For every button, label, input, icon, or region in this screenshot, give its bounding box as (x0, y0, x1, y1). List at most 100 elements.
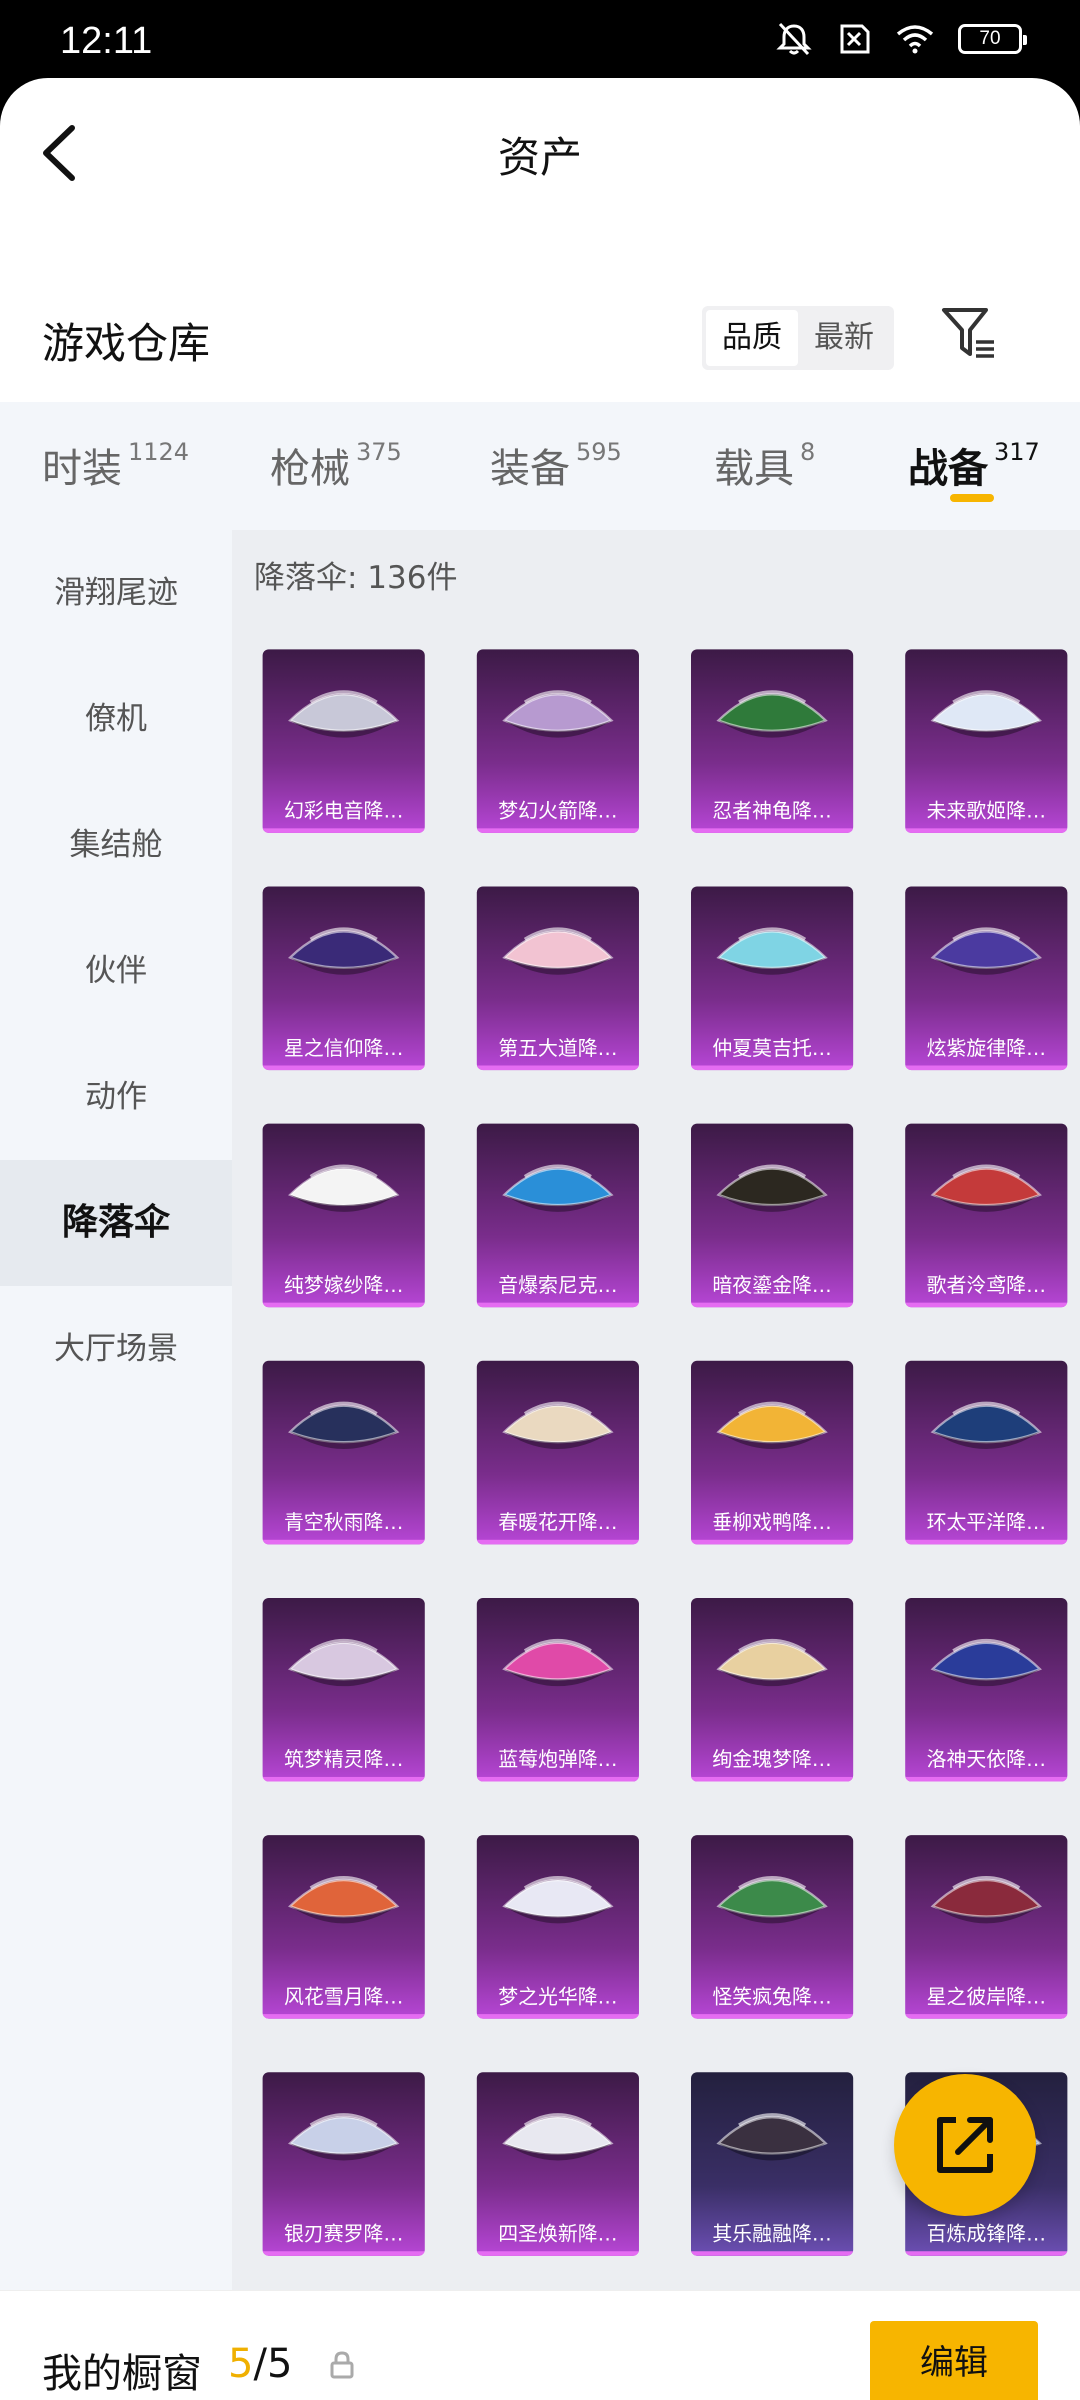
parachute-item-name: 仲夏莫吉托 (691, 1032, 853, 1061)
parachute-item-card[interactable]: 青空秋雨降 (262, 1360, 425, 1545)
parachute-item-card[interactable]: 怪笑疯兔降 (691, 1835, 854, 2019)
parachute-item-card[interactable]: 蓝莓炮弹降 (476, 1597, 639, 1782)
card-rarity-bar (691, 2251, 854, 2256)
tab-equipment[interactable]: 装备 595 (490, 436, 622, 494)
parachute-item-card[interactable]: 洛神天依降 (905, 1597, 1068, 1782)
parachute-item-card[interactable]: 筑梦精灵降 (262, 1597, 425, 1782)
parachute-item-name: 银刃赛罗降 (263, 2218, 425, 2247)
tab-combat-gear[interactable]: 战备 317 (908, 436, 1040, 494)
parachute-item-card[interactable]: 星之信仰降 (262, 886, 425, 1071)
tab-vehicles[interactable]: 载具 8 (714, 436, 815, 494)
sort-newest-button[interactable]: 最新 (798, 310, 890, 366)
parachute-item-card[interactable]: 春暖花开降 (476, 1360, 639, 1545)
parachute-thumbnail-icon (716, 1876, 828, 1924)
sidebar-item-emote[interactable]: 动作 (0, 1034, 232, 1160)
parachute-item-name: 忍者神龟降 (691, 795, 853, 824)
parachute-item-card[interactable]: 梦幻火箭降 (476, 649, 639, 833)
card-rarity-bar (691, 1539, 854, 1545)
sidebar-item-lobby-scene[interactable]: 大厅场景 (0, 1286, 232, 1412)
parachute-thumbnail-icon (288, 1876, 400, 1924)
parachute-item-name: 梦之光华降 (477, 1980, 639, 2010)
parachute-item-card[interactable]: 其乐融融降 (691, 2072, 854, 2256)
showcase-bar: 我的橱窗 5/5 编辑 (0, 2290, 1080, 2400)
parachute-item-name: 怪笑疯兔降 (691, 1980, 853, 2010)
card-rarity-bar (262, 828, 425, 833)
parachute-item-card[interactable]: 炫紫旋律降 (905, 886, 1068, 1071)
card-rarity-bar (905, 828, 1068, 833)
parachute-item-card[interactable]: 忍者神龟降 (691, 649, 854, 833)
card-rarity-bar (691, 828, 854, 833)
parachute-item-card[interactable]: 环太平洋降 (905, 1360, 1068, 1545)
parachute-item-card[interactable]: 梦之光华降 (476, 1835, 639, 2019)
parachute-item-name: 四圣焕新降 (477, 2218, 639, 2247)
parachute-item-card[interactable]: 四圣焕新降 (476, 2072, 639, 2256)
share-button[interactable] (894, 2074, 1036, 2216)
tab-count: 317 (994, 438, 1040, 466)
category-tabs: 时装 1124 枪械 375 装备 595 载具 8 战备 317 (0, 402, 1080, 530)
parachute-item-name: 春暖花开降 (477, 1506, 639, 1535)
card-rarity-bar (476, 2251, 639, 2256)
parachute-item-card[interactable]: 银刃赛罗降 (262, 2072, 425, 2256)
edit-button[interactable]: 编辑 (870, 2321, 1038, 2400)
parachute-item-name: 青空秋雨降 (263, 1506, 425, 1535)
parachute-item-name: 其乐融融降 (691, 2218, 853, 2247)
parachute-thumbnail-icon (502, 2113, 614, 2161)
parachute-item-name: 筑梦精灵降 (263, 1743, 425, 1772)
tab-label: 载具 (714, 446, 794, 492)
card-rarity-bar (476, 1302, 639, 1308)
lock-icon (330, 2351, 354, 2379)
parachute-item-card[interactable]: 幻彩电音降 (262, 649, 425, 833)
battery-icon: 70 (958, 24, 1027, 54)
card-rarity-bar (476, 2014, 639, 2019)
filter-icon[interactable] (940, 304, 998, 364)
card-rarity-bar (262, 2251, 425, 2256)
share-external-icon (937, 2117, 993, 2173)
parachute-thumbnail-icon (288, 2113, 400, 2161)
tab-label: 时装 (42, 446, 122, 492)
parachute-item-card[interactable]: 第五大道降 (476, 886, 639, 1071)
parachute-thumbnail-icon (930, 1638, 1042, 1687)
sidebar: 滑翔尾迹 僚机 集结舱 伙伴 动作 降落伞 大厅场景 (0, 530, 232, 2290)
parachute-thumbnail-icon (288, 1401, 400, 1450)
parachute-item-card[interactable]: 纯梦嫁纱降 (262, 1123, 425, 1308)
showcase-count: 5/5 (228, 2341, 292, 2387)
sidebar-item-glide-trail[interactable]: 滑翔尾迹 (0, 530, 232, 656)
parachute-item-card[interactable]: 风花雪月降 (262, 1835, 425, 2019)
tab-count: 595 (576, 438, 622, 466)
parachute-item-card[interactable]: 歌者泠鸢降 (905, 1123, 1068, 1308)
parachute-item-card[interactable]: 绚金瑰梦降 (691, 1597, 854, 1782)
card-rarity-bar (905, 2251, 1068, 2256)
parachute-item-name: 蓝莓炮弹降 (477, 1743, 639, 1772)
parachute-thumbnail-icon (502, 1876, 614, 1924)
sidebar-item-wingman[interactable]: 僚机 (0, 656, 232, 782)
parachute-item-card[interactable]: 星之彼岸降 (905, 1835, 1068, 2019)
card-rarity-bar (262, 1539, 425, 1545)
parachute-item-name: 星之信仰降 (263, 1032, 425, 1061)
sidebar-item-parachute[interactable]: 降落伞 (0, 1160, 232, 1286)
card-rarity-bar (262, 2014, 425, 2019)
parachute-item-card[interactable]: 垂柳戏鸭降 (691, 1360, 854, 1545)
parachute-item-name: 音爆索尼克 (477, 1269, 639, 1298)
sidebar-item-companion[interactable]: 伙伴 (0, 908, 232, 1034)
sidebar-item-assembly-pod[interactable]: 集结舱 (0, 782, 232, 908)
parachute-item-card[interactable]: 仲夏莫吉托 (691, 886, 854, 1071)
parachute-thumbnail-icon (502, 1401, 614, 1450)
parachute-item-name: 歌者泠鸢降 (905, 1269, 1067, 1298)
parachute-item-card[interactable]: 未来歌姬降 (905, 649, 1068, 833)
tab-weapons[interactable]: 枪械 375 (270, 436, 402, 494)
card-rarity-bar (691, 2014, 854, 2019)
tab-fashion[interactable]: 时装 1124 (42, 436, 189, 494)
mute-icon (776, 22, 812, 56)
parachute-thumbnail-icon (502, 1638, 614, 1687)
parachute-thumbnail-icon (288, 1164, 400, 1212)
parachute-thumbnail-icon (930, 1401, 1042, 1450)
card-rarity-bar (905, 1065, 1068, 1071)
wifi-icon (896, 25, 934, 54)
parachute-item-card[interactable]: 音爆索尼克 (476, 1123, 639, 1308)
card-rarity-bar (691, 1776, 854, 1782)
parachute-item-card[interactable]: 暗夜鎏金降 (691, 1123, 854, 1308)
sort-quality-button[interactable]: 品质 (706, 310, 798, 366)
showcase-current: 5 (228, 2341, 254, 2387)
tab-count: 1124 (128, 438, 190, 466)
card-rarity-bar (691, 1302, 854, 1308)
